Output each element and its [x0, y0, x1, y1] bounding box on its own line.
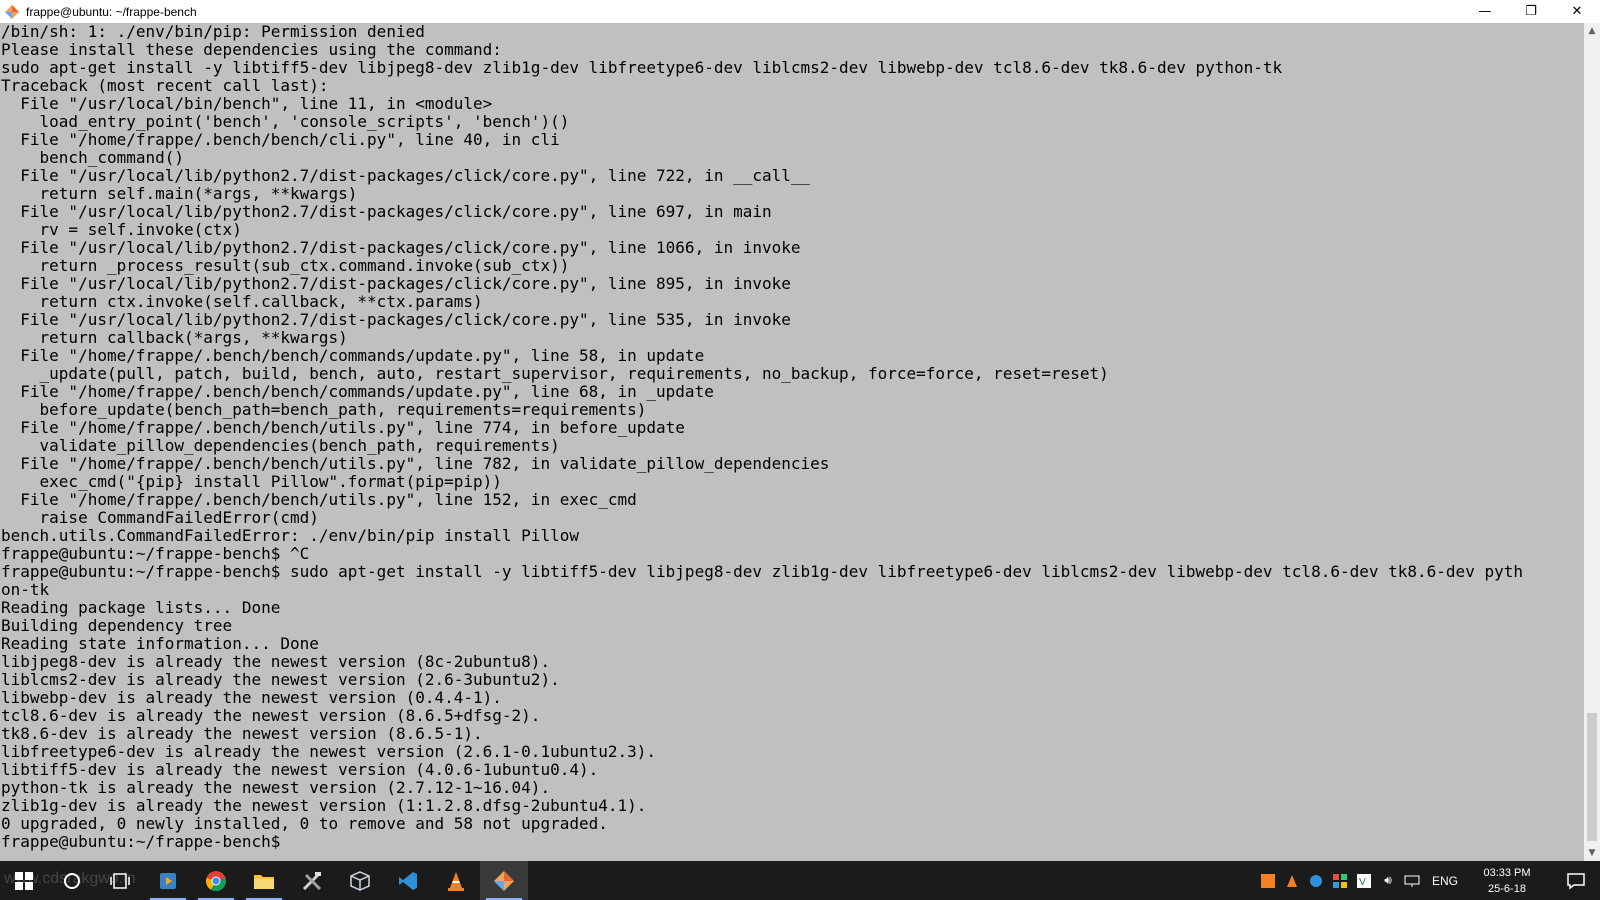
start-button[interactable]	[0, 861, 48, 900]
network-icon[interactable]	[1402, 871, 1422, 891]
vscode-button[interactable]	[384, 861, 432, 900]
terminal-line: /bin/sh: 1: ./env/bin/pip: Permission de…	[1, 23, 425, 41]
vscode-icon	[399, 871, 417, 890]
terminal-line: File "/usr/local/lib/python2.7/dist-pack…	[1, 275, 791, 293]
terminal-line: liblcms2-dev is already the newest versi…	[1, 671, 560, 689]
terminal-line: on-tk	[1, 581, 50, 599]
terminal-app-icon	[4, 4, 20, 20]
terminal-app-icon	[494, 870, 514, 891]
virtualbox-button[interactable]	[336, 861, 384, 900]
vlc-cone-icon	[448, 871, 464, 891]
chrome-icon	[206, 870, 226, 891]
terminal-line: File "/home/frappe/.bench/bench/commands…	[1, 347, 705, 365]
terminal-line: libfreetype6-dev is already the newest v…	[1, 743, 657, 761]
tools-button[interactable]	[288, 861, 336, 900]
vlc-tray-icon[interactable]	[1282, 871, 1302, 891]
terminal-line: frappe@ubuntu:~/frappe-bench$ sudo apt-g…	[1, 563, 1523, 581]
terminal-line: Reading package lists... Done	[1, 599, 281, 617]
action-center-button[interactable]	[1552, 861, 1600, 900]
terminal-line: libjpeg8-dev is already the newest versi…	[1, 653, 551, 671]
windows-logo-icon	[15, 871, 33, 890]
terminal-line: Please install these dependencies using …	[1, 41, 502, 59]
restore-icon: ❐	[1525, 4, 1537, 19]
terminal-line: 0 upgraded, 0 newly installed, 0 to remo…	[1, 815, 608, 833]
vlc-button[interactable]	[432, 861, 480, 900]
terminal-line: return ctx.invoke(self.callback, **ctx.p…	[1, 293, 483, 311]
terminal-line: File "/home/frappe/.bench/bench/commands…	[1, 383, 714, 401]
close-icon: ✕	[1571, 4, 1583, 19]
media-player-button[interactable]	[144, 861, 192, 900]
terminal-line: zlib1g-dev is already the newest version…	[1, 797, 647, 815]
tools-icon	[302, 871, 322, 890]
terminal-line: return callback(*args, **kwargs)	[1, 329, 348, 347]
task-view-icon	[110, 872, 130, 889]
terminal-line: validate_pillow_dependencies(bench_path,…	[1, 437, 560, 455]
scroll-thumb[interactable]	[1587, 713, 1597, 841]
terminal-line: libtiff5-dev is already the newest versi…	[1, 761, 599, 779]
terminal-line: File "/home/frappe/.bench/bench/utils.py…	[1, 491, 637, 509]
terminal-line: File "/usr/local/lib/python2.7/dist-pack…	[1, 203, 772, 221]
scroll-up-arrow-icon[interactable]: ▲	[1584, 23, 1600, 39]
scroll-down-arrow-icon[interactable]: ▼	[1584, 845, 1600, 861]
file-explorer-button[interactable]	[240, 861, 288, 900]
terminal-line: File "/usr/local/lib/python2.7/dist-pack…	[1, 239, 801, 257]
terminal-output[interactable]: /bin/sh: 1: ./env/bin/pip: Permission de…	[0, 23, 1584, 861]
terminal-line: File "/usr/local/lib/python2.7/dist-pack…	[1, 311, 791, 329]
clock-date: 25-6-18	[1488, 882, 1526, 895]
tray-grid-icon[interactable]	[1330, 871, 1350, 891]
terminal-line: File "/home/frappe/.bench/bench/cli.py",…	[1, 131, 560, 149]
vertical-scrollbar[interactable]: ▲ ▼	[1584, 23, 1600, 861]
terminal-line: tk8.6-dev is already the newest version …	[1, 725, 483, 743]
cube-icon	[350, 870, 370, 891]
terminal-line: exec_cmd("{pip} install Pillow".format(p…	[1, 473, 502, 491]
terminal-line: frappe@ubuntu:~/frappe-bench$	[1, 833, 290, 851]
terminal-line: Reading state information... Done	[1, 635, 319, 653]
terminal-line: before_update(bench_path=bench_path, req…	[1, 401, 647, 419]
terminal-line: _update(pull, patch, build, bench, auto,…	[1, 365, 1109, 383]
terminal-line: sudo apt-get install -y libtiff5-dev lib…	[1, 59, 1283, 77]
cortana-button[interactable]	[48, 861, 96, 900]
terminal-line: Traceback (most recent call last):	[1, 77, 329, 95]
terminal-line: libwebp-dev is already the newest versio…	[1, 689, 502, 707]
tray-v-icon[interactable]: V	[1354, 871, 1374, 891]
terminal-line: bench_command()	[1, 149, 185, 167]
svg-text:V: V	[1359, 877, 1366, 888]
volume-icon[interactable]: 🔊︎	[1378, 871, 1398, 891]
window-controls: — ❐ ✕	[1462, 0, 1600, 23]
window-titlebar[interactable]: frappe@ubuntu: ~/frappe-bench — ❐ ✕	[0, 0, 1600, 23]
media-player-icon	[160, 872, 176, 889]
terminal-line: python-tk is already the newest version …	[1, 779, 551, 797]
terminal-line: tcl8.6-dev is already the newest version…	[1, 707, 541, 725]
terminal-line: rv = self.invoke(ctx)	[1, 221, 242, 239]
taskbar: V 🔊︎ ENG 03:33 PM 25-6-18	[0, 861, 1600, 900]
terminal-line: raise CommandFailedError(cmd)	[1, 509, 319, 527]
terminal-line: return _process_result(sub_ctx.command.i…	[1, 257, 570, 275]
terminal-line: bench.utils.CommandFailedError: ./env/bi…	[1, 527, 579, 545]
maximize-button[interactable]: ❐	[1508, 0, 1554, 23]
terminal-app-button[interactable]	[480, 861, 528, 900]
terminal-line: File "/home/frappe/.bench/bench/utils.py…	[1, 419, 685, 437]
notification-icon	[1567, 872, 1585, 889]
search-circle-icon	[64, 872, 80, 889]
clock-time: 03:33 PM	[1483, 866, 1531, 879]
terminal-line: Building dependency tree	[1, 617, 233, 635]
terminal-line: load_entry_point('bench', 'console_scrip…	[1, 113, 570, 131]
terminal-line: return self.main(*args, **kwargs)	[1, 185, 358, 203]
minimize-button[interactable]: —	[1462, 0, 1508, 23]
network-activity-icon[interactable]	[1306, 871, 1326, 891]
language-indicator[interactable]: ENG	[1432, 874, 1458, 888]
terminal-line: File "/usr/local/bin/bench", line 11, in…	[1, 95, 493, 113]
system-tray: V 🔊︎ ENG 03:33 PM 25-6-18	[1258, 861, 1540, 900]
window-title: frappe@ubuntu: ~/frappe-bench	[26, 4, 197, 19]
chrome-button[interactable]	[192, 861, 240, 900]
clock[interactable]: 03:33 PM 25-6-18	[1474, 865, 1540, 897]
terminal-line: File "/home/frappe/.bench/bench/utils.py…	[1, 455, 830, 473]
minimize-icon: —	[1478, 4, 1492, 19]
terminal-line: frappe@ubuntu:~/frappe-bench$ ^C	[1, 545, 310, 563]
close-button[interactable]: ✕	[1554, 0, 1600, 23]
task-view-button[interactable]	[96, 861, 144, 900]
tray-app-icon[interactable]	[1258, 871, 1278, 891]
folder-icon	[254, 874, 274, 889]
terminal-line: File "/usr/local/lib/python2.7/dist-pack…	[1, 167, 811, 185]
